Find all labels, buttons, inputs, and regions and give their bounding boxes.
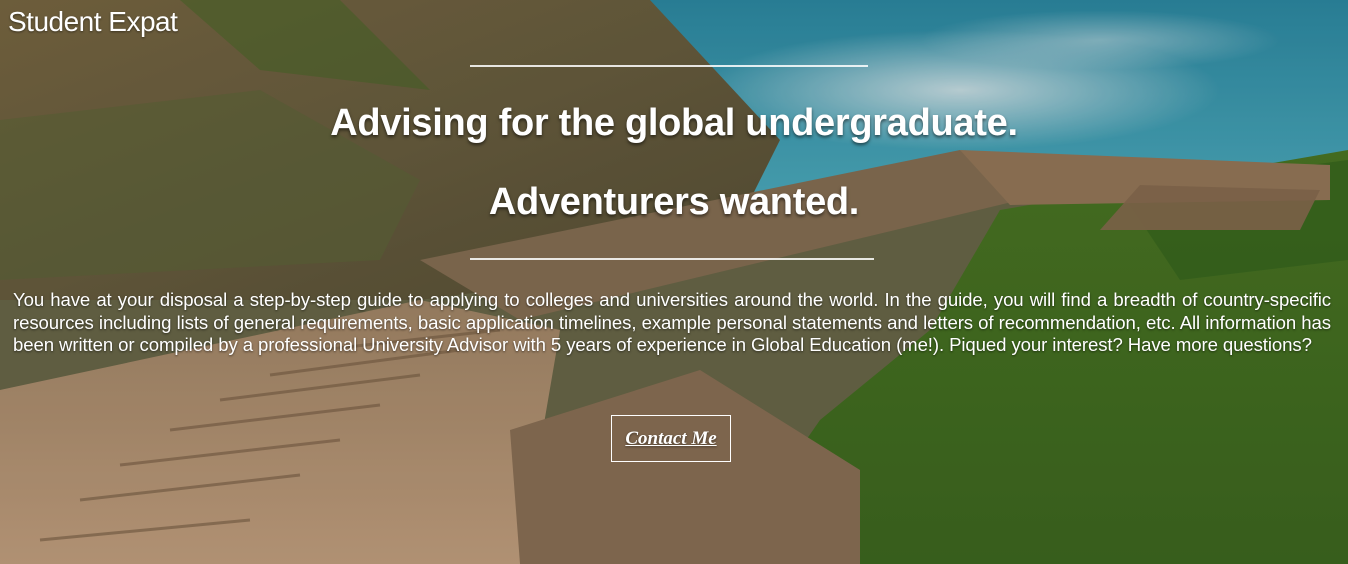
hero-headline: Advising for the global undergraduate. [330,102,1018,144]
divider-top [470,65,868,67]
contact-me-button[interactable]: Contact Me [611,415,731,462]
divider-bottom [470,258,874,260]
hero-intro-text: You have at your disposal a step-by-step… [13,289,1331,356]
site-brand-logo[interactable]: Student Expat [8,6,178,38]
hero-background-image [0,0,1348,564]
hero-subheadline: Adventurers wanted. [488,181,860,223]
contact-me-label: Contact Me [625,427,717,449]
